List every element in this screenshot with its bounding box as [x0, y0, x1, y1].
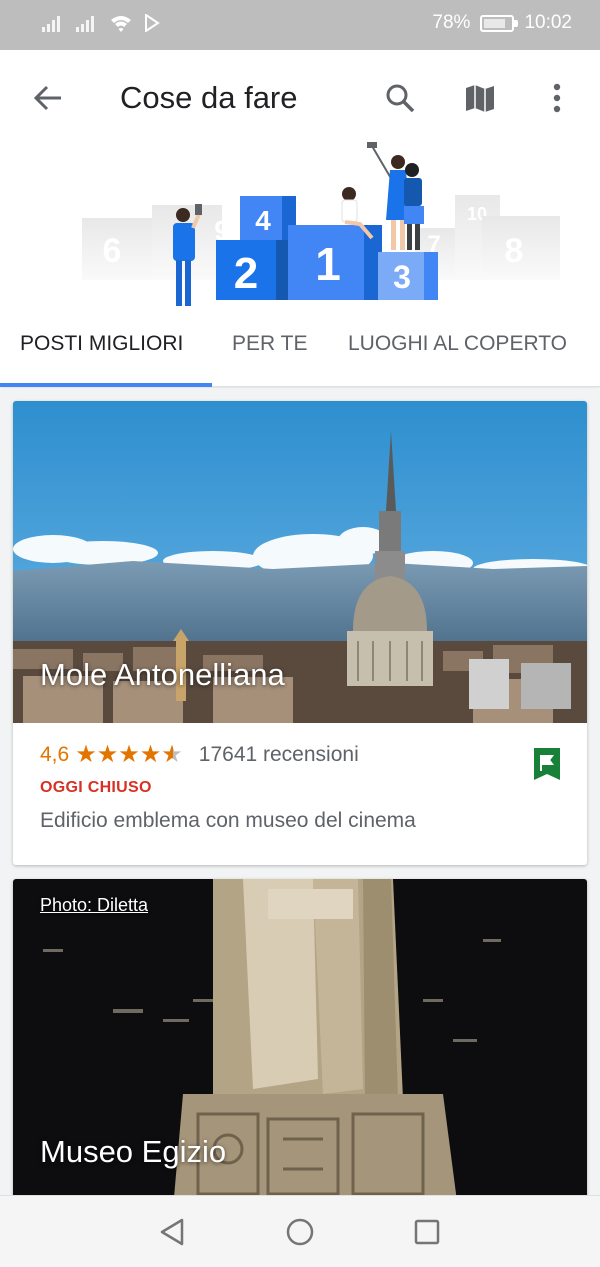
rating-row: 4,6 ★ ★ ★ ★ ★ 17641 recensioni [40, 743, 560, 767]
podium-num-6: 6 [103, 232, 122, 270]
review-count[interactable]: 17641 recensioni [199, 743, 359, 767]
status-icons-left [42, 14, 160, 32]
status-icons-right: 78% 10:02 [432, 12, 572, 34]
star-icon: ★ [118, 741, 140, 768]
place-card[interactable]: Mole Antonelliana 4,6 ★ ★ ★ ★ ★ 17641 re… [13, 401, 587, 865]
battery-icon [480, 14, 519, 32]
search-icon[interactable] [380, 78, 420, 118]
place-photo[interactable]: Mole Antonelliana [13, 401, 587, 723]
signal-icon [42, 16, 60, 32]
back-triangle-icon[interactable] [154, 1214, 190, 1250]
place-details[interactable]: 4,6 ★ ★ ★ ★ ★ 17641 recensioni OGGI CHIU… [13, 723, 587, 865]
back-arrow-icon[interactable] [30, 80, 66, 116]
active-tab-indicator [0, 383, 212, 387]
status-bar: 78% 10:02 [0, 0, 600, 50]
tab-luoghi-al-coperto[interactable]: LUOGHI AL COPERTO [348, 332, 567, 356]
star-icon: ★ [139, 741, 162, 768]
place-name[interactable]: Museo Egizio [40, 1134, 226, 1170]
battery-percent: 78% [432, 12, 471, 33]
podium-num-4: 4 [255, 205, 271, 236]
star-icon: ★ [96, 741, 119, 768]
app-bar: Cose da fare [0, 50, 600, 145]
podium-num-1: 1 [315, 238, 341, 290]
star-icon: ★ [75, 741, 97, 768]
header-illustration: 6 9 7 10 8 4 2 1 3 [0, 140, 600, 315]
places-list[interactable]: Mole Antonelliana 4,6 ★ ★ ★ ★ ★ 17641 re… [0, 388, 600, 1195]
podium-num-2: 2 [234, 249, 258, 298]
flag-icon[interactable] [533, 747, 561, 781]
system-nav-bar [0, 1195, 600, 1267]
half-star-icon: ★ [161, 741, 183, 768]
place-description: Edificio emblema con museo del cinema [40, 809, 416, 832]
opening-status: OGGI CHIUSO [40, 779, 152, 796]
tab-per-te[interactable]: PER TE [232, 332, 307, 356]
podium-illustration: 6 9 7 10 8 4 2 1 3 [82, 142, 560, 306]
place-name[interactable]: Mole Antonelliana [40, 657, 285, 693]
signal-icon-2 [76, 16, 94, 32]
podium-num-8: 8 [505, 232, 524, 270]
more-vert-icon[interactable] [537, 78, 577, 118]
star-rating: ★ ★ ★ ★ ★ [75, 743, 183, 767]
podium-num-3: 3 [393, 259, 411, 295]
wifi-icon [111, 16, 131, 32]
place-photo[interactable]: Photo: Diletta Museo Egizio [13, 879, 587, 1195]
rating-value: 4,6 [40, 743, 70, 766]
tab-posti-migliori[interactable]: POSTI MIGLIORI [20, 332, 183, 356]
recents-square-icon[interactable] [409, 1214, 445, 1250]
place-card[interactable]: Photo: Diletta Museo Egizio [13, 879, 587, 1195]
map-icon[interactable] [460, 78, 500, 118]
category-tabs: POSTI MIGLIORI PER TE LUOGHI AL COPERTO [0, 315, 600, 387]
photo-credit-link[interactable]: Photo: Diletta [40, 895, 148, 916]
clock: 10:02 [524, 12, 572, 33]
home-circle-icon[interactable] [282, 1214, 318, 1250]
page-title: Cose da fare [120, 80, 298, 115]
play-store-icon [145, 14, 160, 32]
